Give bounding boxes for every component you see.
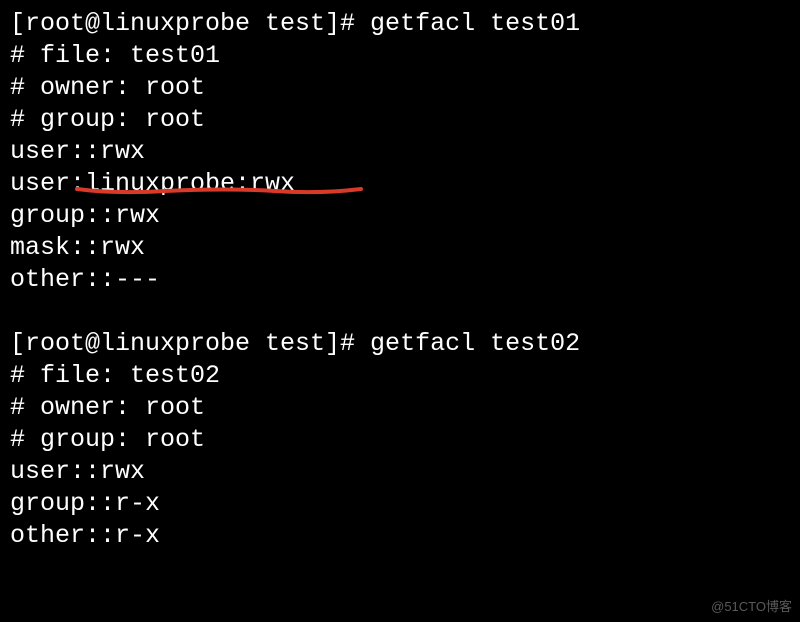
terminal-line-acl-user-1: user::rwx — [10, 136, 790, 168]
terminal-line-acl-group-1: group::rwx — [10, 200, 790, 232]
terminal-line-owner-1: # owner: root — [10, 72, 790, 104]
terminal-line-acl-mask-1: mask::rwx — [10, 232, 790, 264]
terminal-line-prompt-1: [root@linuxprobe test]# getfacl test01 — [10, 8, 790, 40]
terminal-line-file-2: # file: test02 — [10, 360, 790, 392]
terminal-line-blank-1 — [10, 296, 790, 328]
terminal-line-group-2: # group: root — [10, 424, 790, 456]
terminal-line-group-1: # group: root — [10, 104, 790, 136]
terminal-line-acl-other-1: other::--- — [10, 264, 790, 296]
terminal-line-acl-group-2: group::r-x — [10, 488, 790, 520]
terminal-line-acl-user-named-1: user:linuxprobe:rwx — [10, 168, 790, 200]
terminal-line-owner-2: # owner: root — [10, 392, 790, 424]
watermark-text: @51CTO博客 — [711, 599, 792, 616]
terminal-line-prompt-2: [root@linuxprobe test]# getfacl test02 — [10, 328, 790, 360]
terminal-line-acl-other-2: other::r-x — [10, 520, 790, 552]
terminal-line-acl-user-2: user::rwx — [10, 456, 790, 488]
terminal-line-file-1: # file: test01 — [10, 40, 790, 72]
